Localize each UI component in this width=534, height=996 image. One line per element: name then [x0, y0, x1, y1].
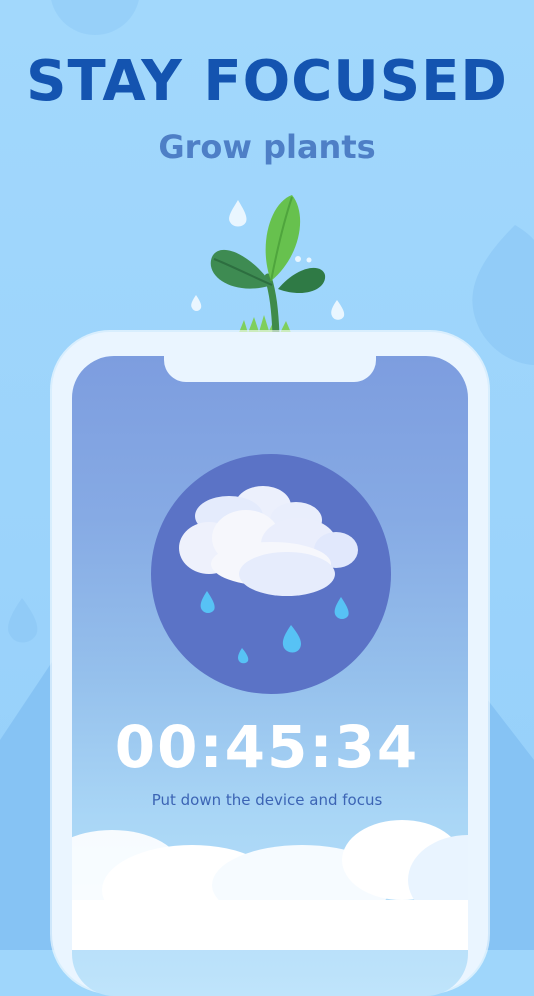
- page-subtitle: Grow plants: [158, 128, 376, 166]
- phone-notch: [164, 332, 376, 382]
- rain-cloud-icon: [151, 454, 391, 694]
- bottom-clouds: [72, 820, 468, 950]
- focus-timer: 00:45:34: [114, 713, 420, 781]
- page-title: STAY FOCUSED: [26, 49, 508, 114]
- sprout-icon: [191, 195, 345, 339]
